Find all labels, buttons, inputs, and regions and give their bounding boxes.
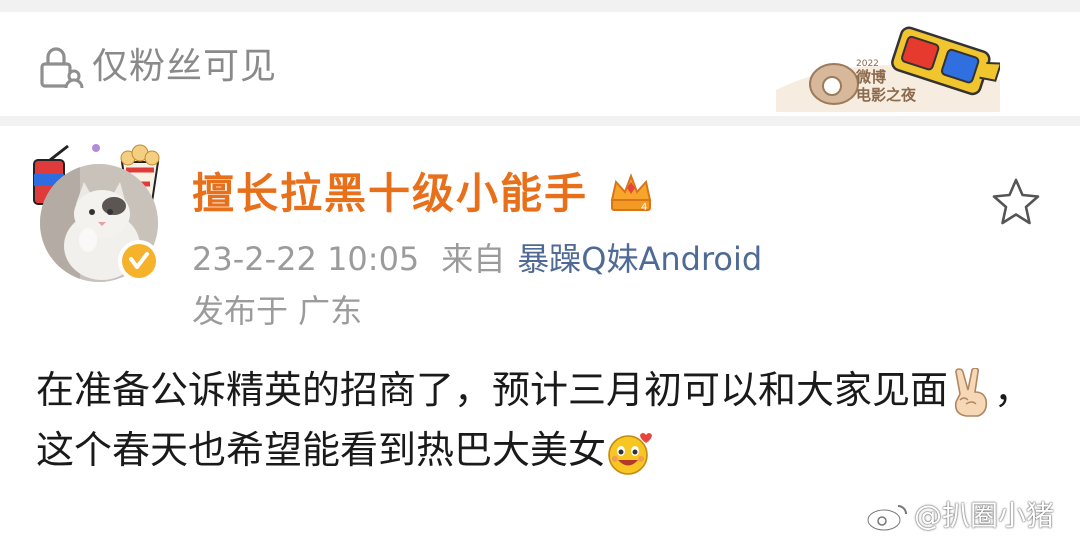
lock-person-icon — [40, 47, 84, 89]
post-text: 在准备公诉精英的招商了，预计三月初可以和大家见面 ，这个春天也希望能看到热巴大美… — [36, 360, 1046, 480]
top-strip — [0, 0, 1080, 12]
crown-icon: 4 — [610, 173, 652, 213]
verified-badge-icon — [118, 240, 160, 282]
svg-text:4: 4 — [641, 202, 647, 213]
source-link[interactable]: 暴躁Q妹Android — [517, 240, 762, 278]
author-name[interactable]: 擅长拉黑十级小能手 — [192, 166, 588, 222]
sticker-line2: 电影之夜 — [856, 86, 917, 104]
visibility-label: 仅粉丝可见 — [92, 46, 278, 87]
post-timestamp: 23-2-22 10:05 — [192, 240, 420, 278]
from-label: 来自 — [441, 240, 506, 278]
heart-eyes-emoji — [608, 432, 653, 475]
victory-hand-emoji — [954, 367, 988, 417]
post-meta: 23-2-22 10:05 来自 暴躁Q妹Android — [192, 236, 762, 282]
post-text-part1: 在准备公诉精英的招商了，预计三月初可以和大家见面 — [36, 368, 949, 412]
post-location: 发布于 广东 — [192, 292, 363, 330]
sticker-line1: 微博 — [855, 68, 886, 86]
3d-glasses-sticker: 2022 微博 电影之夜 — [776, 26, 1000, 112]
star-outline-icon[interactable] — [990, 176, 1042, 228]
section-divider — [0, 116, 1080, 126]
weibo-logo-icon — [866, 505, 907, 532]
watermark-text: @扒圈小猪 — [914, 499, 1055, 532]
